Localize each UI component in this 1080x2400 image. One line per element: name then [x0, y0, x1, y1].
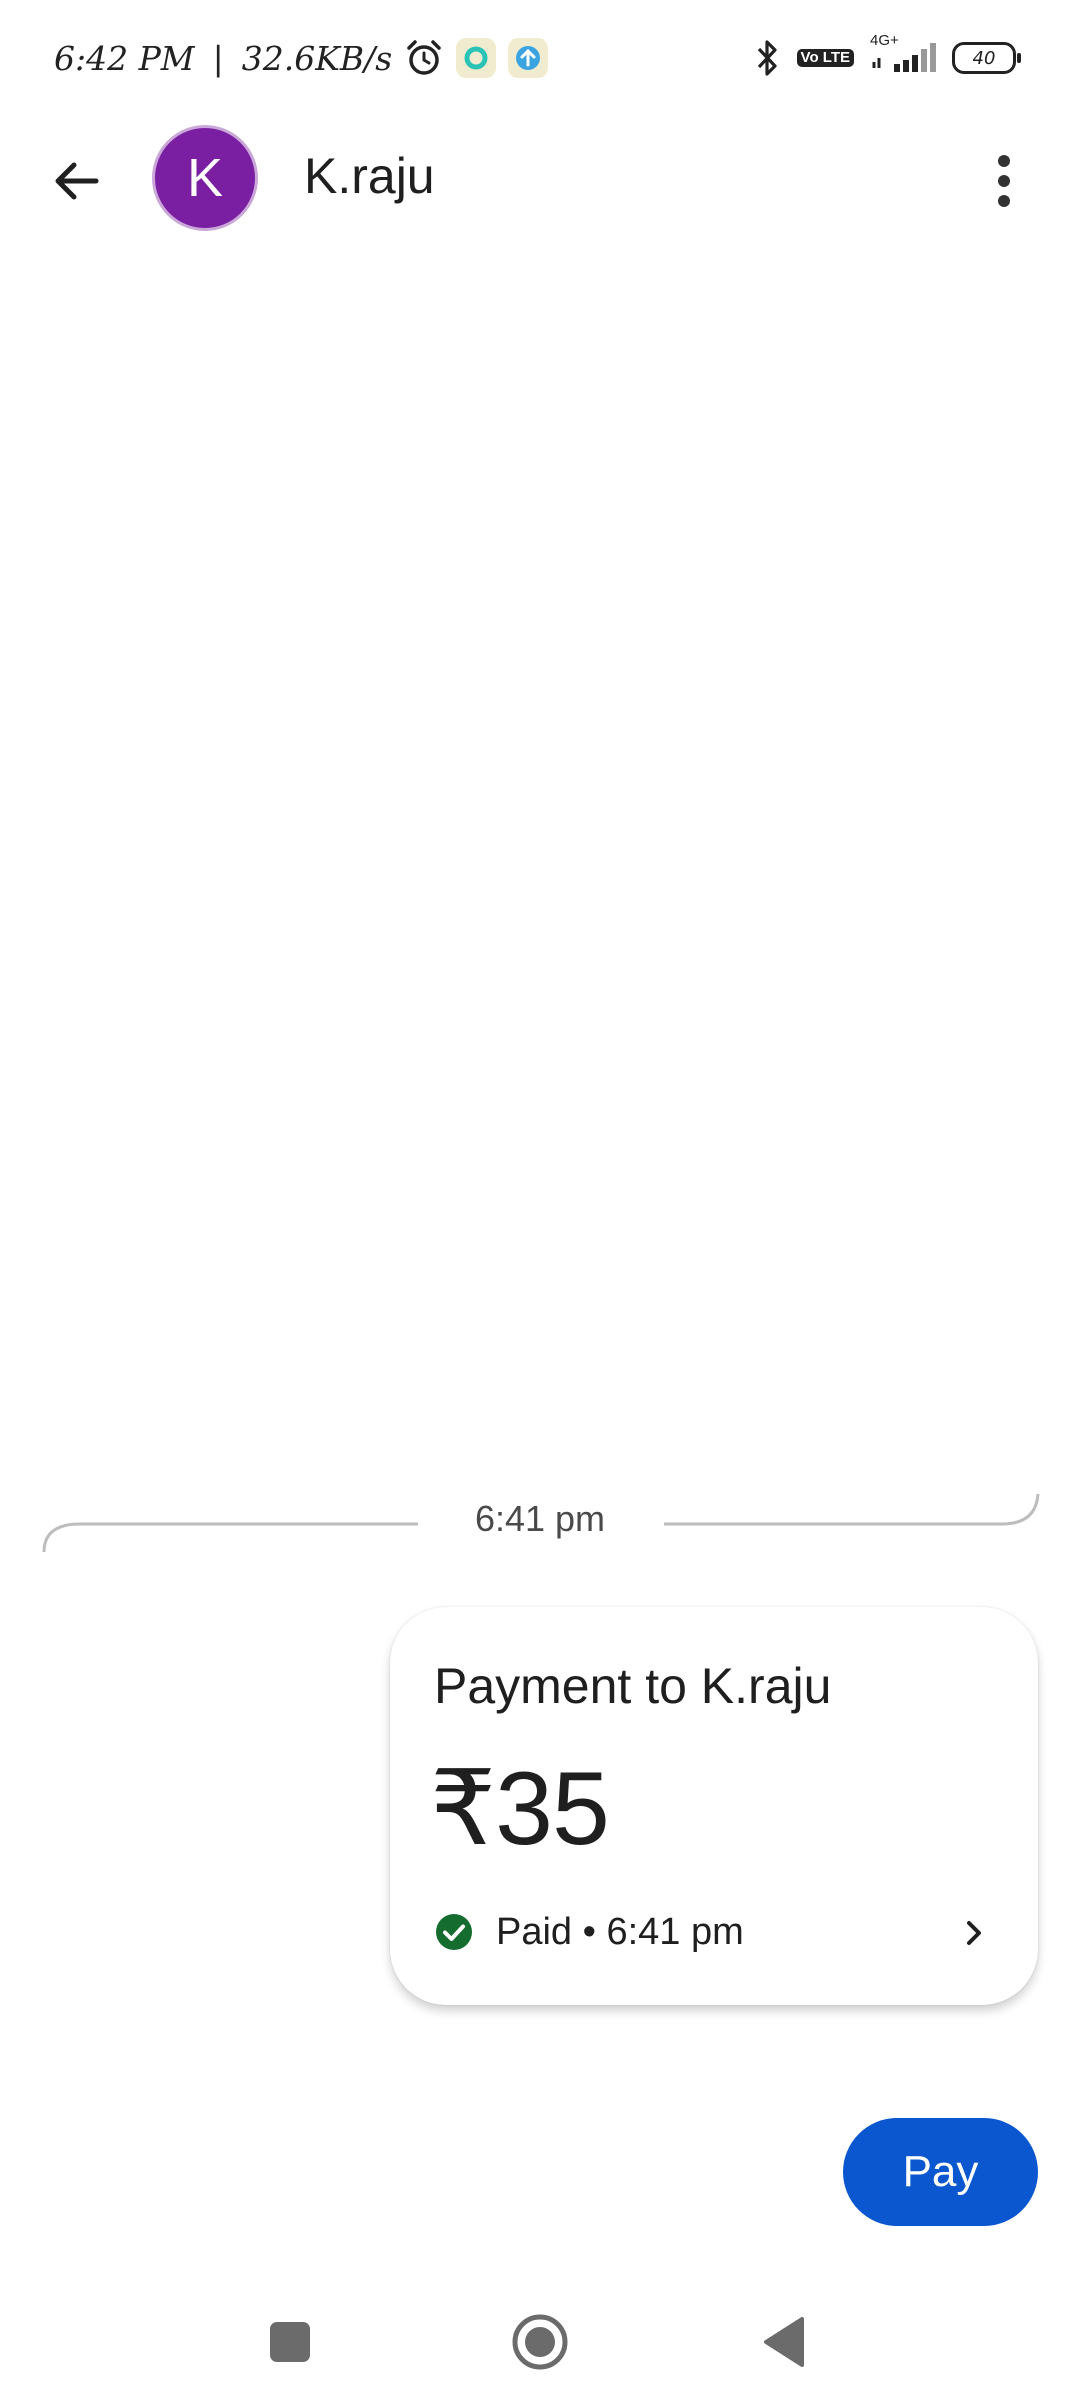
avatar-letter: K: [186, 148, 224, 208]
status-time: 6:42 PM: [54, 38, 195, 78]
nav-back-button[interactable]: [744, 2302, 824, 2382]
status-left: 6:42 PM | 32.6KB/s: [54, 32, 549, 84]
home-icon: [512, 2314, 568, 2370]
back-triangle-icon: [764, 2317, 804, 2367]
volte-icon: Vo LTE: [796, 49, 854, 67]
chevron-right-icon: [954, 1913, 994, 1953]
app-header: K K.raju: [0, 115, 1080, 245]
contact-name[interactable]: K.raju: [304, 147, 435, 205]
alarm-icon: [404, 38, 444, 78]
time-separator: 6:41 pm: [40, 1480, 1040, 1560]
network-speed: 32.6KB/s: [241, 38, 393, 78]
nav-bar: [0, 2280, 1080, 2400]
more-vert-icon: [998, 155, 1010, 207]
payment-status: Paid • 6:41 pm: [434, 1907, 744, 1957]
arrow-back-icon: [55, 162, 99, 200]
bluetooth-icon: [755, 38, 781, 78]
check-circle-icon: [436, 1914, 472, 1950]
signal-icon: 4G+: [870, 32, 936, 78]
home-button[interactable]: [500, 2302, 580, 2382]
payment-status-text: Paid • 6:41 pm: [496, 1910, 744, 1953]
recents-icon: [270, 2322, 310, 2362]
payment-title: Payment to K.raju: [434, 1658, 832, 1714]
more-options-button[interactable]: [968, 141, 1040, 221]
payment-amount: ₹35: [430, 1751, 610, 1867]
battery-icon: 40: [952, 42, 1021, 74]
time-separator-label: 6:41 pm: [474, 1498, 606, 1539]
status-separator: |: [212, 38, 224, 78]
recents-button[interactable]: [250, 2302, 330, 2382]
status-right: Vo LTE 4G+ 40: [755, 32, 1021, 82]
avatar[interactable]: K: [152, 125, 258, 231]
battery-level: 40: [972, 47, 996, 69]
app-a-icon: [456, 38, 497, 78]
upload-app-icon: [508, 38, 549, 78]
status-bar: 6:42 PM | 32.6KB/s Vo LTE 4G+ 40: [0, 0, 1080, 115]
network-type: 4G+: [870, 32, 899, 49]
pay-button[interactable]: Pay: [843, 2118, 1038, 2226]
screen: 6:42 PM | 32.6KB/s Vo LTE 4G+ 40 K K.raj…: [0, 0, 1080, 2400]
payment-card[interactable]: Payment to K.raju ₹35 Paid • 6:41 pm: [390, 1607, 1038, 2005]
back-button[interactable]: [40, 145, 112, 217]
